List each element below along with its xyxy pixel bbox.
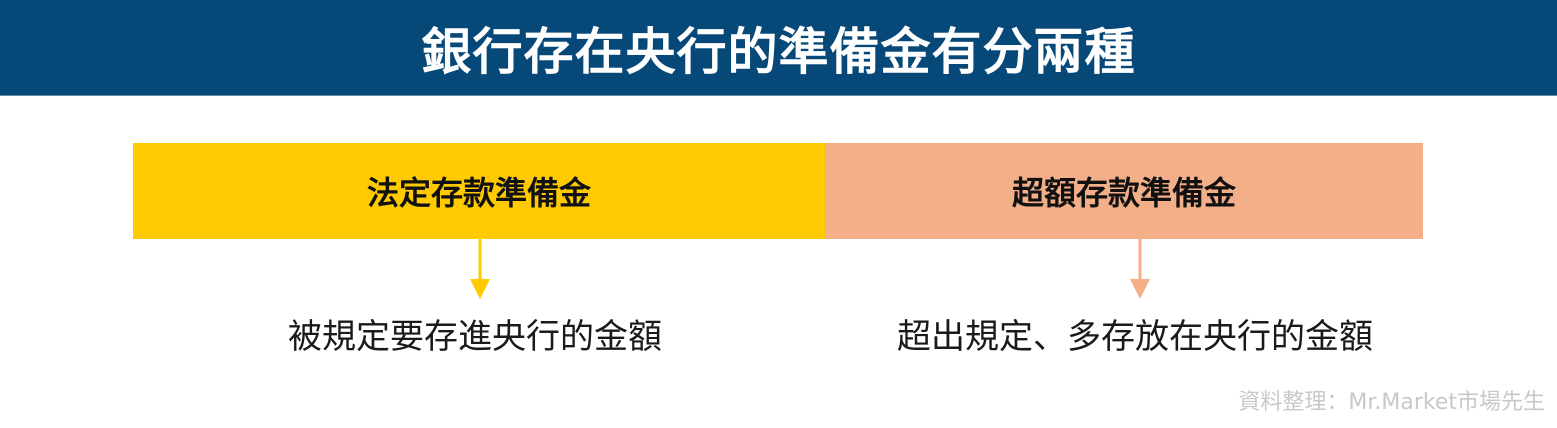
excess-reserve-label: 超額存款準備金 — [1011, 174, 1236, 212]
title-bar: 銀行存在央行的準備金有分兩種 — [0, 0, 1557, 96]
arrow-down-icon — [1130, 239, 1150, 299]
required-reserve-description: 被規定要存進央行的金額 — [288, 316, 662, 357]
excess-reserve-box: 超額存款準備金 — [825, 143, 1423, 239]
excess-reserve-description: 超出規定、多存放在央行的金額 — [897, 316, 1373, 357]
arrow-down-icon — [470, 239, 490, 299]
required-reserve-label: 法定存款準備金 — [366, 174, 591, 212]
source-credit: 資料整理：Mr.Market市場先生 — [1238, 390, 1545, 415]
page-title: 銀行存在央行的準備金有分兩種 — [421, 22, 1136, 81]
required-reserve-box: 法定存款準備金 — [133, 143, 825, 239]
